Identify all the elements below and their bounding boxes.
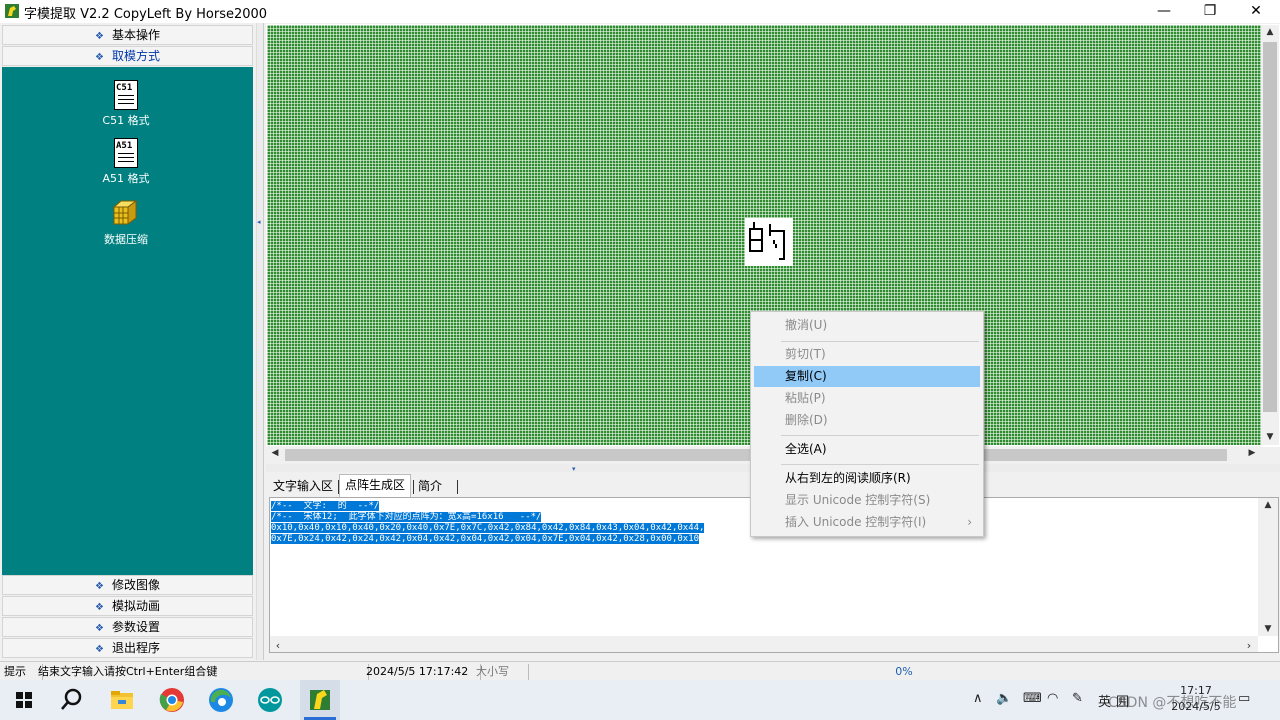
windows-start-icon[interactable] — [8, 684, 40, 716]
vertical-splitter[interactable] — [256, 23, 264, 660]
scroll-right-icon[interactable]: ▶ — [1245, 448, 1259, 458]
status-hint-text: 结束文字输入请按Ctrl+Enter组合键 — [34, 664, 369, 680]
tool-label: C51 格式 — [102, 114, 150, 127]
menu-item-undo[interactable]: 撤消(U) — [754, 315, 980, 336]
menu-parameter-settings[interactable]: ❖ 参数设置 — [2, 617, 253, 637]
wifi-icon[interactable]: ◠ — [1047, 691, 1058, 706]
diamond-icon: ❖ — [95, 52, 104, 63]
output-line: 0x7E,0x24,0x42,0x24,0x42,0x04,0x42,0x04,… — [271, 534, 700, 544]
diamond-icon: ❖ — [95, 31, 104, 42]
tab-text-input[interactable]: 文字输入区 — [268, 476, 338, 496]
splitter-arrow-icon[interactable]: ▾ — [572, 465, 576, 473]
tab-introduction[interactable]: 简介 — [413, 476, 447, 496]
output-horizontal-scrollbar[interactable] — [270, 636, 1258, 652]
output-line: /*-- 宋体12; 此字体下对应的点阵为：宽x高=16x16 --*/ — [271, 512, 542, 522]
taskbar: ∧ 🔈 ⌨ ◠ ✎ 英 囲 17:17 2024/5/5 CSDN @不想吃不能… — [0, 680, 1280, 720]
notification-icon[interactable]: ▭ — [1238, 691, 1250, 706]
scroll-up-icon[interactable]: ▲ — [1261, 500, 1275, 510]
tray-chevron-up-icon[interactable]: ∧ — [973, 691, 983, 706]
menu-item-delete[interactable]: 删除(D) — [754, 410, 980, 431]
collapse-arrow-icon[interactable]: ◂ — [257, 218, 263, 228]
menu-exit-program[interactable]: ❖ 退出程序 — [2, 638, 253, 658]
maximize-button[interactable]: ❐ — [1187, 0, 1233, 23]
c51-document-icon: C51 — [114, 80, 138, 110]
menu-item-insert-unicode[interactable]: 插入 Unicode 控制字符(I) › — [754, 512, 980, 533]
arduino-icon[interactable] — [254, 684, 286, 716]
tool-data-compress[interactable]: 数据压缩 — [86, 198, 166, 247]
scroll-down-icon[interactable]: ▼ — [1263, 432, 1277, 442]
scroll-down-icon[interactable]: ▼ — [1261, 624, 1275, 634]
tool-panel: C51 C51 格式 A51 A51 格式 数据压缩 — [2, 67, 253, 575]
status-bar: 提示 结束文字输入请按Ctrl+Enter组合键 2024/5/5 17:17:… — [0, 661, 1280, 680]
output-line: 0x10,0x40,0x10,0x40,0x20,0x40,0x7E,0x7C,… — [271, 523, 705, 533]
tool-label: A51 格式 — [102, 172, 150, 185]
menu-mold-mode[interactable]: ❖ 取模方式 — [2, 46, 253, 66]
diamond-icon: ❖ — [95, 623, 104, 634]
submenu-arrow-icon: › — [967, 515, 972, 529]
scroll-left-icon[interactable]: ◀ — [268, 448, 282, 458]
scroll-right-icon[interactable]: › — [1243, 639, 1255, 652]
tool-c51-format[interactable]: C51 C51 格式 — [86, 80, 166, 128]
diamond-icon: ❖ — [95, 644, 104, 655]
menu-item-paste[interactable]: 粘贴(P) — [754, 388, 980, 409]
pen-icon[interactable]: ✎ — [1072, 691, 1083, 706]
menu-item-copy[interactable]: 复制(C) — [754, 366, 980, 387]
menu-item-rtl-reading[interactable]: 从右到左的阅读顺序(R) — [754, 468, 980, 489]
menu-item-select-all[interactable]: 全选(A) — [754, 439, 980, 460]
status-datetime: 2024/5/5 17:17:42 — [362, 664, 481, 680]
tool-label: 数据压缩 — [104, 233, 148, 246]
menu-edit-image[interactable]: ❖ 修改图像 — [2, 575, 253, 595]
title-bar: 字模提取 V2.2 CopyLeft By Horse2000 — ❐ ✕ — [0, 0, 1280, 23]
diamond-icon: ❖ — [95, 581, 104, 592]
font-extract-app-icon[interactable] — [304, 684, 336, 716]
chrome-icon[interactable] — [156, 684, 188, 716]
context-menu: 撤消(U) 剪切(T) 复制(C) 粘贴(P) 删除(D) 全选(A) 从右到左… — [750, 311, 984, 537]
volume-icon[interactable]: 🔈 — [996, 691, 1012, 706]
menu-item-cut[interactable]: 剪切(T) — [754, 344, 980, 365]
file-explorer-icon[interactable] — [106, 684, 138, 716]
glyph-preview — [745, 218, 793, 266]
window-title: 字模提取 V2.2 CopyLeft By Horse2000 — [24, 7, 268, 22]
menu-basic-ops[interactable]: ❖ 基本操作 — [2, 25, 253, 45]
status-progress: 0% — [895, 665, 913, 678]
search-icon[interactable] — [56, 684, 88, 716]
minimize-button[interactable]: — — [1141, 0, 1187, 23]
tool-a51-format[interactable]: A51 A51 格式 — [86, 138, 166, 186]
app-horse-icon — [5, 4, 19, 18]
output-vertical-scrollbar[interactable] — [1258, 498, 1278, 636]
csdn-watermark: CSDN @不想吃不能 — [1108, 695, 1237, 711]
menu-item-show-unicode[interactable]: 显示 Unicode 控制字符(S) — [754, 490, 980, 511]
edge-icon[interactable] — [205, 684, 237, 716]
close-button[interactable]: ✕ — [1233, 0, 1279, 23]
menu-simulate-animation[interactable]: ❖ 模拟动画 — [2, 596, 253, 616]
tab-dot-matrix-output[interactable]: 点阵生成区 — [339, 474, 412, 498]
output-line: /*-- 文字: 的 --*/ — [271, 501, 380, 511]
canvas-vertical-thumb[interactable] — [1263, 42, 1277, 412]
scroll-up-icon[interactable]: ▲ — [1263, 27, 1277, 37]
scroll-left-icon[interactable]: ‹ — [272, 639, 284, 652]
diamond-icon: ❖ — [95, 602, 104, 613]
a51-document-icon: A51 — [114, 138, 138, 168]
compress-cube-icon — [112, 200, 138, 225]
network-icon[interactable]: ⌨ — [1023, 691, 1042, 706]
